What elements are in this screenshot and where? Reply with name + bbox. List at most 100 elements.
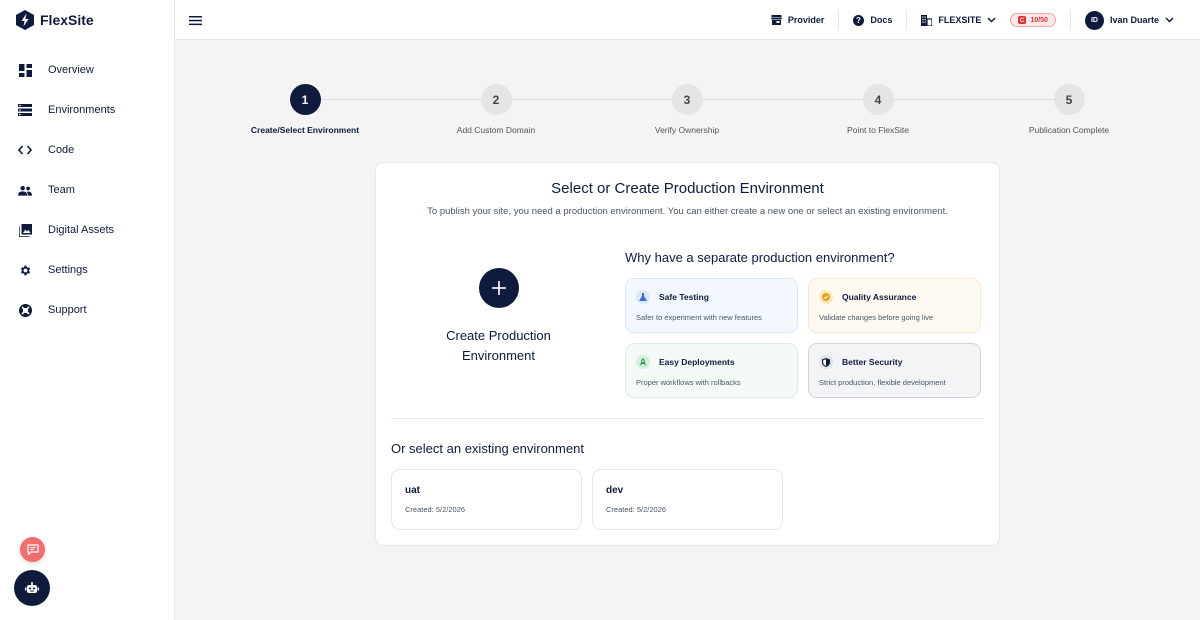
sidebar-item-label: Overview: [48, 64, 94, 76]
step-number: 2: [480, 84, 512, 115]
organization-name: FLEXSITE: [938, 15, 982, 25]
topbar-actions: Provider ? Docs FLEXSITE C 10/50 ID Ivan…: [757, 0, 1200, 40]
organization-dropdown[interactable]: FLEXSITE: [907, 10, 1010, 30]
sidebar-item-environments[interactable]: Environments: [0, 90, 174, 130]
feature-title: Easy Deployments: [659, 357, 735, 367]
docs-label: Docs: [870, 15, 893, 25]
create-environment-plus-button[interactable]: [478, 268, 519, 308]
page-subtitle: To publish your site, you need a product…: [427, 206, 948, 217]
brand[interactable]: FlexSite: [0, 0, 174, 40]
sidebar-nav: Overview Environments Code Team Digital …: [0, 50, 174, 330]
shield-icon: [819, 355, 833, 369]
hamburger-menu-icon: [189, 16, 202, 26]
menu-toggle-button[interactable]: [189, 13, 202, 26]
provider-label: Provider: [787, 15, 825, 25]
svg-text:C: C: [1020, 18, 1025, 24]
step-create-select-environment: 1 Create/Select Environment: [210, 84, 400, 135]
feature-description: Proper workflows with rollbacks: [636, 378, 741, 387]
flexsite-logo-icon: [16, 10, 34, 30]
environment-name: uat: [405, 485, 420, 496]
step-point-to-flexsite: 4 Point to FlexSite: [783, 84, 973, 135]
user-menu[interactable]: ID Ivan Duarte: [1071, 10, 1200, 30]
sidebar-item-label: Team: [48, 184, 75, 196]
lifebuoy-icon: [18, 303, 32, 317]
user-name: Ivan Duarte: [1109, 15, 1159, 25]
robot-icon: [25, 581, 39, 593]
step-verify-ownership: 3 Verify Ownership: [592, 84, 782, 135]
step-number: 4: [862, 84, 894, 115]
feature-title: Better Security: [842, 357, 903, 367]
environment-name: dev: [606, 485, 624, 496]
credits-badge[interactable]: C 10/50: [1010, 13, 1056, 27]
step-label: Add Custom Domain: [456, 125, 536, 135]
section-divider: [391, 418, 984, 419]
feature-better-security: Better Security Strict production, flexi…: [808, 343, 981, 398]
feature-title: Safe Testing: [659, 292, 709, 302]
step-label: Verify Ownership: [654, 125, 720, 135]
step-publication-complete: 5 Publication Complete: [974, 84, 1164, 135]
svg-text:?: ?: [856, 16, 861, 25]
chat-icon: [26, 544, 39, 555]
sidebar-item-label: Digital Assets: [48, 224, 115, 236]
assistant-bot-button[interactable]: [14, 570, 50, 606]
environment-created-date: Created: 5/2/2026: [606, 505, 667, 514]
publish-stepper: 1 Create/Select Environment 2 Add Custom…: [210, 84, 1165, 144]
sidebar-item-label: Support: [48, 304, 87, 316]
create-environment-label: Create Production Environment: [416, 326, 581, 366]
feedback-chat-button[interactable]: [20, 537, 45, 562]
docs-button[interactable]: ? Docs: [839, 10, 906, 30]
step-number: 5: [1053, 84, 1085, 115]
credits-count: 10/50: [1030, 16, 1048, 24]
step-add-custom-domain: 2 Add Custom Domain: [401, 84, 591, 135]
sidebar-item-team[interactable]: Team: [0, 170, 174, 210]
chevron-down-icon: [1165, 17, 1174, 23]
why-section-title: Why have a separate production environme…: [625, 250, 895, 265]
image-gallery-icon: [18, 223, 32, 237]
create-label-line: Create Production: [446, 328, 551, 343]
create-label-line: Environment: [462, 348, 535, 363]
provider-button[interactable]: Provider: [757, 10, 839, 30]
step-number: 3: [671, 84, 703, 115]
store-icon: [770, 15, 782, 25]
sidebar-item-label: Code: [48, 144, 75, 156]
step-label: Point to FlexSite: [847, 125, 909, 135]
sidebar-item-overview[interactable]: Overview: [0, 50, 174, 90]
flask-icon: [636, 290, 650, 304]
server-icon: [18, 103, 32, 117]
badge-check-icon: [819, 290, 833, 304]
sidebar-item-label: Settings: [48, 264, 88, 276]
feature-description: Validate changes before going live: [819, 313, 934, 322]
environment-card-dev[interactable]: dev Created: 5/2/2026: [592, 469, 783, 530]
avatar: ID: [1084, 10, 1104, 30]
plus-icon: [491, 281, 506, 295]
building-icon: [921, 14, 933, 26]
feature-description: Safer to experiment with new features: [636, 313, 762, 322]
topbar: Provider ? Docs FLEXSITE C 10/50 ID Ivan…: [175, 0, 1200, 40]
credits-icon: C: [1018, 16, 1027, 24]
sidebar-item-digital-assets[interactable]: Digital Assets: [0, 210, 174, 250]
environment-selection-card: Select or Create Production Environment …: [375, 162, 1000, 546]
dashboard-icon: [18, 63, 32, 77]
sidebar-item-label: Environments: [48, 104, 116, 116]
chevron-down-icon: [987, 17, 996, 23]
gear-icon: [18, 263, 32, 277]
feature-title: Quality Assurance: [842, 292, 917, 302]
code-icon: [18, 143, 32, 157]
create-production-environment-button[interactable]: Create Production Environment: [416, 268, 581, 366]
sidebar-item-support[interactable]: Support: [0, 290, 174, 330]
step-label: Publication Complete: [1028, 125, 1110, 135]
rocket-icon: [636, 355, 650, 369]
sidebar-item-settings[interactable]: Settings: [0, 250, 174, 290]
team-icon: [18, 183, 32, 197]
feature-safe-testing: Safe Testing Safer to experiment with ne…: [625, 278, 798, 333]
environment-created-date: Created: 5/2/2026: [405, 505, 466, 514]
step-label: Create/Select Environment: [250, 125, 360, 135]
step-number: 1: [289, 84, 321, 115]
feature-easy-deployments: Easy Deployments Proper workflows with r…: [625, 343, 798, 398]
brand-name: FlexSite: [40, 12, 94, 28]
sidebar: FlexSite Overview Environments Code Team: [0, 0, 175, 620]
sidebar-item-code[interactable]: Code: [0, 130, 174, 170]
environment-card-uat[interactable]: uat Created: 5/2/2026: [391, 469, 582, 530]
page-title: Select or Create Production Environment: [551, 180, 824, 197]
feature-description: Strict production, flexible development: [819, 378, 946, 387]
